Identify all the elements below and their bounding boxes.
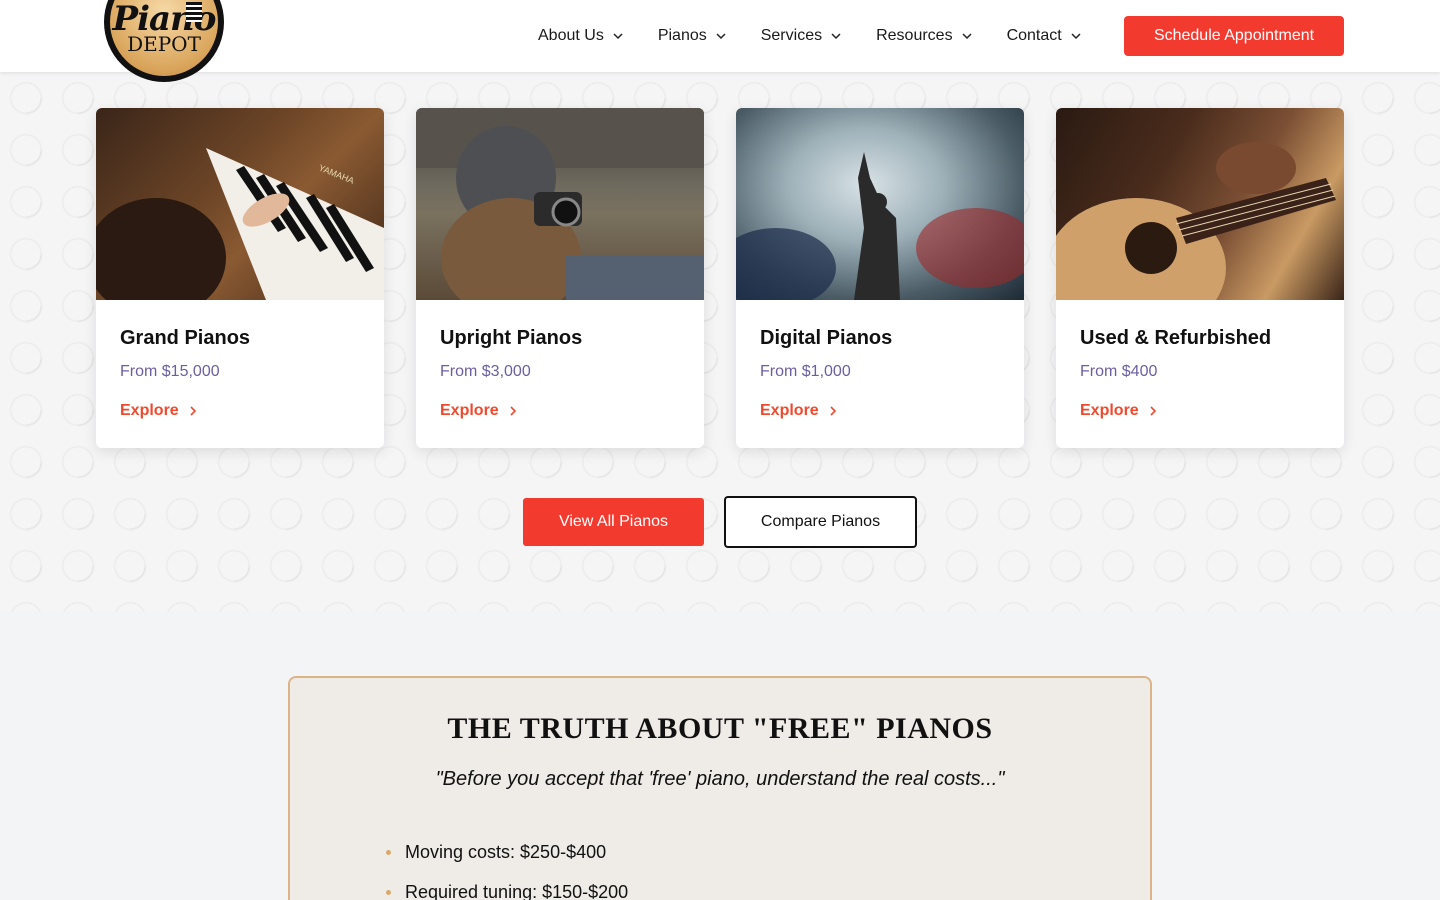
- explore-label: Explore: [1080, 402, 1139, 419]
- nav-label: Resources: [876, 27, 953, 44]
- card-title: Upright Pianos: [440, 327, 583, 349]
- explore-label: Explore: [440, 402, 499, 419]
- explore-label: Explore: [760, 402, 819, 419]
- site-header: Piano DEPOT About Us Pianos Services Res…: [0, 0, 1440, 82]
- list-item-text: Required tuning: $150-$200: [405, 881, 629, 900]
- list-item: Required tuning: $150-$200: [386, 872, 628, 900]
- chevron-right-icon: [190, 406, 196, 416]
- explore-link[interactable]: Explore: [120, 402, 360, 420]
- card-upright-pianos[interactable]: Upright Pianos From $3,000 Explore: [416, 108, 704, 448]
- free-pianos-callout: THE TRUTH ABOUT "FREE" PIANOS "Before yo…: [288, 676, 1152, 900]
- nav-label: Contact: [1006, 27, 1062, 44]
- card-body: Grand Pianos From $15,000 Explore: [96, 300, 384, 420]
- category-actions: View All Pianos Compare Pianos: [0, 496, 1440, 548]
- piano-depot-logo[interactable]: Piano DEPOT: [104, 0, 224, 82]
- card-title: Used & Refurbished: [1080, 327, 1272, 349]
- nav-about-us[interactable]: About Us: [538, 27, 624, 45]
- explore-label: Explore: [120, 402, 179, 419]
- chevron-right-icon: [510, 406, 516, 416]
- chevron-right-icon: [830, 406, 836, 416]
- explore-link[interactable]: Explore: [760, 402, 1000, 420]
- bullet-icon: [386, 889, 391, 895]
- view-all-pianos-button[interactable]: View All Pianos: [523, 498, 704, 546]
- card-digital-pianos[interactable]: Digital Pianos From $1,000 Explore: [736, 108, 1024, 448]
- used-refurbished-image: [1056, 108, 1344, 300]
- main-nav: About Us Pianos Services Resources Conta…: [538, 0, 1116, 72]
- nav-label: Pianos: [657, 27, 707, 44]
- card-grand-pianos[interactable]: YAMAHA Grand Pianos From $15,000 Explore: [96, 108, 384, 448]
- photographer-illustration: [416, 108, 704, 300]
- nav-label: About Us: [538, 27, 604, 44]
- piano-keys-icon: [186, 2, 202, 22]
- cost-list: Moving costs: $250-$400 Required tuning:…: [386, 832, 628, 900]
- digital-piano-image: [736, 108, 1024, 300]
- card-body: Digital Pianos From $1,000 Explore: [736, 300, 1024, 420]
- card-price: From $1,000: [760, 363, 851, 380]
- card-price: From $400: [1080, 363, 1158, 380]
- bullet-icon: [386, 849, 391, 855]
- nav-label: Services: [760, 27, 823, 44]
- nav-resources[interactable]: Resources: [876, 27, 972, 45]
- upright-piano-image: [416, 108, 704, 300]
- explore-link[interactable]: Explore: [1080, 402, 1320, 420]
- card-used-refurbished[interactable]: Used & Refurbished From $400 Explore: [1056, 108, 1344, 448]
- chevron-right-icon: [1150, 406, 1156, 416]
- nav-pianos[interactable]: Pianos: [658, 27, 727, 45]
- chevron-down-icon: [831, 33, 841, 40]
- chevron-down-icon: [1071, 33, 1081, 40]
- card-title: Digital Pianos: [760, 327, 893, 349]
- nav-services[interactable]: Services: [761, 27, 842, 45]
- list-item-text: Moving costs: $250-$400: [405, 841, 607, 862]
- compare-pianos-button[interactable]: Compare Pianos: [724, 496, 917, 548]
- logo-depot-text: DEPOT: [127, 32, 201, 56]
- callout-title: THE TRUTH ABOUT "FREE" PIANOS: [447, 712, 993, 745]
- list-item: Moving costs: $250-$400: [386, 832, 628, 872]
- card-body: Used & Refurbished From $400 Explore: [1056, 300, 1344, 420]
- piano-categories-section: YAMAHA Grand Pianos From $15,000 Explore: [0, 72, 1440, 612]
- grand-piano-image: YAMAHA: [96, 108, 384, 300]
- guitar-illustration: [1056, 142, 1336, 300]
- concert-illustration: [736, 152, 1024, 300]
- yamaha-brand-text: YAMAHA: [317, 163, 355, 186]
- explore-link[interactable]: Explore: [440, 402, 680, 420]
- piano-keys-illustration: YAMAHA: [96, 148, 384, 300]
- nav-contact[interactable]: Contact: [1007, 27, 1082, 45]
- card-price: From $15,000: [120, 363, 220, 380]
- chevron-down-icon: [716, 33, 726, 40]
- chevron-down-icon: [962, 33, 972, 40]
- card-price: From $3,000: [440, 363, 531, 380]
- callout-quote: "Before you accept that 'free' piano, un…: [435, 768, 1005, 790]
- card-body: Upright Pianos From $3,000 Explore: [416, 300, 704, 420]
- chevron-down-icon: [613, 33, 623, 40]
- card-title: Grand Pianos: [120, 327, 251, 349]
- schedule-appointment-button[interactable]: Schedule Appointment: [1124, 16, 1344, 56]
